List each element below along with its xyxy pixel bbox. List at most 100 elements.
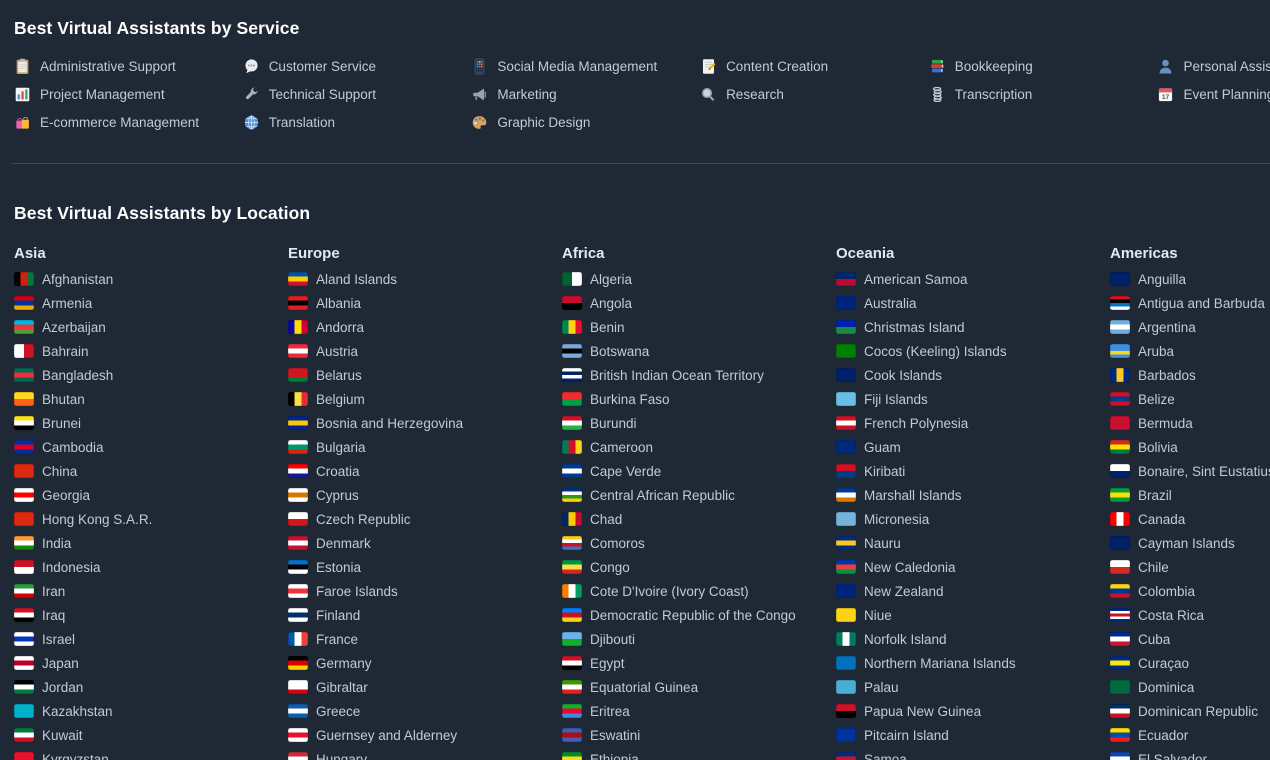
- country-item-andorra[interactable]: Andorra: [288, 315, 562, 339]
- country-item-british-indian-ocean-territory[interactable]: British Indian Ocean Territory: [562, 363, 836, 387]
- service-item-technical-support[interactable]: Technical Support: [243, 80, 472, 108]
- country-item-colombia[interactable]: Colombia: [1110, 579, 1270, 603]
- country-item-iraq[interactable]: Iraq: [14, 603, 288, 627]
- service-item-administrative-support[interactable]: Administrative Support: [14, 52, 243, 80]
- country-item-jordan[interactable]: Jordan: [14, 675, 288, 699]
- country-item-cook-islands[interactable]: Cook Islands: [836, 363, 1110, 387]
- country-item-cocos-keeling-islands[interactable]: Cocos (Keeling) Islands: [836, 339, 1110, 363]
- country-item-belarus[interactable]: Belarus: [288, 363, 562, 387]
- country-item-argentina[interactable]: Argentina: [1110, 315, 1270, 339]
- country-item-guernsey-and-alderney[interactable]: Guernsey and Alderney: [288, 723, 562, 747]
- country-item-indonesia[interactable]: Indonesia: [14, 555, 288, 579]
- country-item-australia[interactable]: Australia: [836, 291, 1110, 315]
- country-item-cuba[interactable]: Cuba: [1110, 627, 1270, 651]
- country-item-marshall-islands[interactable]: Marshall Islands: [836, 483, 1110, 507]
- country-item-dominica[interactable]: Dominica: [1110, 675, 1270, 699]
- country-item-samoa[interactable]: Samoa: [836, 747, 1110, 760]
- country-item-gibraltar[interactable]: Gibraltar: [288, 675, 562, 699]
- service-item-social-media-management[interactable]: Social Media Management: [471, 52, 700, 80]
- country-item-pitcairn-island[interactable]: Pitcairn Island: [836, 723, 1110, 747]
- country-item-equatorial-guinea[interactable]: Equatorial Guinea: [562, 675, 836, 699]
- country-item-finland[interactable]: Finland: [288, 603, 562, 627]
- country-item-kyrgyzstan[interactable]: Kyrgyzstan: [14, 747, 288, 760]
- country-item-el-salvador[interactable]: El Salvador: [1110, 747, 1270, 760]
- country-item-azerbaijan[interactable]: Azerbaijan: [14, 315, 288, 339]
- country-item-micronesia[interactable]: Micronesia: [836, 507, 1110, 531]
- country-item-czech-republic[interactable]: Czech Republic: [288, 507, 562, 531]
- country-item-palau[interactable]: Palau: [836, 675, 1110, 699]
- country-item-benin[interactable]: Benin: [562, 315, 836, 339]
- country-item-kuwait[interactable]: Kuwait: [14, 723, 288, 747]
- country-item-cape-verde[interactable]: Cape Verde: [562, 459, 836, 483]
- country-item-congo[interactable]: Congo: [562, 555, 836, 579]
- country-item-central-african-republic[interactable]: Central African Republic: [562, 483, 836, 507]
- country-item-belize[interactable]: Belize: [1110, 387, 1270, 411]
- country-item-bulgaria[interactable]: Bulgaria: [288, 435, 562, 459]
- country-item-cote-d-ivoire-ivory-coast[interactable]: Cote D'Ivoire (Ivory Coast): [562, 579, 836, 603]
- country-item-american-samoa[interactable]: American Samoa: [836, 267, 1110, 291]
- service-item-e-commerce-management[interactable]: E-commerce Management: [14, 108, 243, 136]
- country-item-belgium[interactable]: Belgium: [288, 387, 562, 411]
- country-item-eritrea[interactable]: Eritrea: [562, 699, 836, 723]
- country-item-nauru[interactable]: Nauru: [836, 531, 1110, 555]
- service-item-event-planning[interactable]: 17Event Planning: [1157, 80, 1270, 108]
- country-item-iran[interactable]: Iran: [14, 579, 288, 603]
- country-item-faroe-islands[interactable]: Faroe Islands: [288, 579, 562, 603]
- country-item-barbados[interactable]: Barbados: [1110, 363, 1270, 387]
- country-item-new-caledonia[interactable]: New Caledonia: [836, 555, 1110, 579]
- country-item-angola[interactable]: Angola: [562, 291, 836, 315]
- country-item-greece[interactable]: Greece: [288, 699, 562, 723]
- country-item-kiribati[interactable]: Kiribati: [836, 459, 1110, 483]
- country-item-india[interactable]: India: [14, 531, 288, 555]
- country-item-hungary[interactable]: Hungary: [288, 747, 562, 760]
- country-item-austria[interactable]: Austria: [288, 339, 562, 363]
- service-item-customer-service[interactable]: Customer Service: [243, 52, 472, 80]
- country-item-cameroon[interactable]: Cameroon: [562, 435, 836, 459]
- country-item-ecuador[interactable]: Ecuador: [1110, 723, 1270, 747]
- country-item-denmark[interactable]: Denmark: [288, 531, 562, 555]
- country-item-afghanistan[interactable]: Afghanistan: [14, 267, 288, 291]
- country-item-israel[interactable]: Israel: [14, 627, 288, 651]
- country-item-bahrain[interactable]: Bahrain: [14, 339, 288, 363]
- country-item-botswana[interactable]: Botswana: [562, 339, 836, 363]
- country-item-bermuda[interactable]: Bermuda: [1110, 411, 1270, 435]
- country-item-democratic-republic-of-the-congo[interactable]: Democratic Republic of the Congo: [562, 603, 836, 627]
- country-item-bonaire-sint-eustatius-and-saba[interactable]: Bonaire, Sint Eustatius and Saba: [1110, 459, 1270, 483]
- service-item-project-management[interactable]: Project Management: [14, 80, 243, 108]
- country-item-bhutan[interactable]: Bhutan: [14, 387, 288, 411]
- country-item-cayman-islands[interactable]: Cayman Islands: [1110, 531, 1270, 555]
- country-item-kazakhstan[interactable]: Kazakhstan: [14, 699, 288, 723]
- country-item-hong-kong-s-a-r[interactable]: Hong Kong S.A.R.: [14, 507, 288, 531]
- country-item-niue[interactable]: Niue: [836, 603, 1110, 627]
- country-item-france[interactable]: France: [288, 627, 562, 651]
- country-item-canada[interactable]: Canada: [1110, 507, 1270, 531]
- country-item-antigua-and-barbuda[interactable]: Antigua and Barbuda: [1110, 291, 1270, 315]
- country-item-japan[interactable]: Japan: [14, 651, 288, 675]
- country-item-djibouti[interactable]: Djibouti: [562, 627, 836, 651]
- country-item-bosnia-and-herzegovina[interactable]: Bosnia and Herzegovina: [288, 411, 562, 435]
- country-item-guam[interactable]: Guam: [836, 435, 1110, 459]
- country-item-anguilla[interactable]: Anguilla: [1110, 267, 1270, 291]
- service-item-transcription[interactable]: Transcription: [929, 80, 1158, 108]
- country-item-ethiopia[interactable]: Ethiopia: [562, 747, 836, 760]
- country-item-comoros[interactable]: Comoros: [562, 531, 836, 555]
- country-item-burundi[interactable]: Burundi: [562, 411, 836, 435]
- country-item-albania[interactable]: Albania: [288, 291, 562, 315]
- service-item-graphic-design[interactable]: Graphic Design: [471, 108, 700, 136]
- service-item-research[interactable]: Research: [700, 80, 929, 108]
- country-item-croatia[interactable]: Croatia: [288, 459, 562, 483]
- country-item-cyprus[interactable]: Cyprus: [288, 483, 562, 507]
- country-item-new-zealand[interactable]: New Zealand: [836, 579, 1110, 603]
- country-item-estonia[interactable]: Estonia: [288, 555, 562, 579]
- country-item-armenia[interactable]: Armenia: [14, 291, 288, 315]
- country-item-northern-mariana-islands[interactable]: Northern Mariana Islands: [836, 651, 1110, 675]
- country-item-french-polynesia[interactable]: French Polynesia: [836, 411, 1110, 435]
- country-item-china[interactable]: China: [14, 459, 288, 483]
- country-item-dominican-republic[interactable]: Dominican Republic: [1110, 699, 1270, 723]
- country-item-norfolk-island[interactable]: Norfolk Island: [836, 627, 1110, 651]
- country-item-chad[interactable]: Chad: [562, 507, 836, 531]
- country-item-bolivia[interactable]: Bolivia: [1110, 435, 1270, 459]
- country-item-costa-rica[interactable]: Costa Rica: [1110, 603, 1270, 627]
- country-item-cambodia[interactable]: Cambodia: [14, 435, 288, 459]
- country-item-burkina-faso[interactable]: Burkina Faso: [562, 387, 836, 411]
